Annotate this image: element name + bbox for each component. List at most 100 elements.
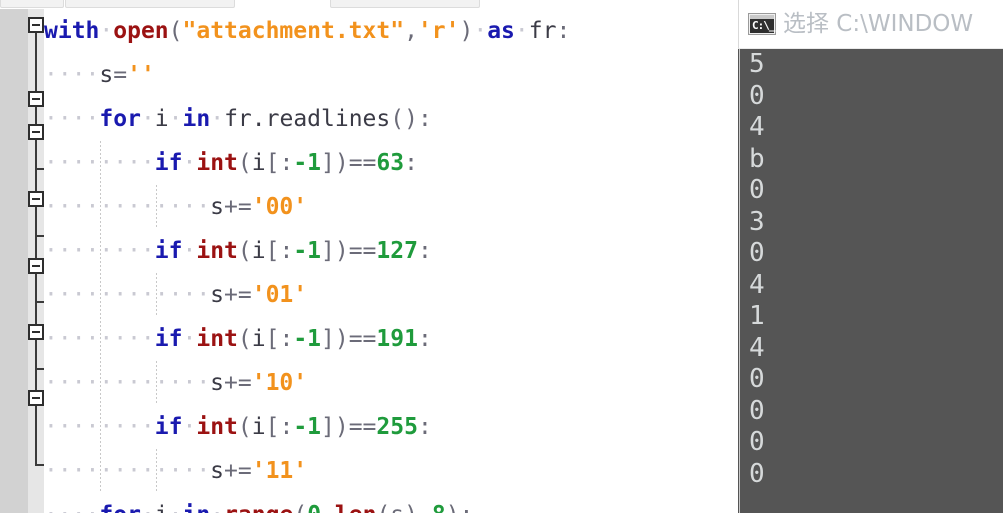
- code-token-bi: open: [113, 18, 169, 44]
- console-output-line: 1: [749, 301, 765, 331]
- code-line[interactable]: with·open("attachment.txt",'r')·as·fr:: [44, 9, 738, 53]
- fold-branch-icon: [35, 301, 44, 303]
- console-title-bar[interactable]: C:\_ 选择 C:\WINDOW: [738, 0, 1003, 49]
- console-output-line: b: [749, 143, 765, 174]
- code-token-op: :: [556, 18, 571, 44]
- fold-end-icon: [35, 464, 44, 466]
- code-line[interactable]: ············s+='01': [44, 273, 738, 317]
- code-token-kw: if: [154, 414, 183, 440]
- code-token-dot: ·: [182, 238, 197, 264]
- code-token-dot: ············: [44, 282, 211, 308]
- code-token-op: ])==: [321, 238, 377, 264]
- code-line[interactable]: ············s+='10': [44, 361, 738, 405]
- code-token-op: ])==: [321, 414, 377, 440]
- console-output-line: 0: [749, 427, 765, 457]
- code-token-pl: i: [251, 414, 266, 440]
- code-token-str: '01': [251, 282, 308, 308]
- indent-guide: [100, 317, 101, 361]
- code-token-dot: ·: [140, 106, 155, 132]
- fold-branch-icon: [35, 168, 44, 170]
- code-token-num: 191: [376, 326, 418, 352]
- fold-collapse-icon[interactable]: [28, 17, 44, 33]
- code-token-dot: ·: [514, 18, 529, 44]
- code-line[interactable]: ····for·i·in·range(0,len(s),8):: [44, 493, 738, 513]
- code-token-kw: if: [154, 150, 183, 176]
- code-token-pl: fr: [528, 18, 557, 44]
- editor-tab-2[interactable]: [65, 0, 235, 8]
- code-editor[interactable]: with·open("attachment.txt",'r')·as·fr: ··…: [0, 9, 738, 513]
- code-token-kw: in: [183, 502, 211, 513]
- fold-collapse-icon[interactable]: [28, 191, 44, 207]
- code-token-str: '': [127, 62, 155, 88]
- console-output-line: 4: [749, 112, 765, 142]
- code-token-kw: as: [487, 18, 515, 44]
- code-token-pl: fr.readlines: [224, 106, 391, 132]
- fold-collapse-icon[interactable]: [28, 258, 44, 274]
- fold-collapse-icon[interactable]: [28, 91, 44, 107]
- code-token-dot: ·: [182, 414, 197, 440]
- code-token-dot: ····: [44, 62, 100, 88]
- code-token-dot: ·: [169, 502, 183, 513]
- code-line[interactable]: ········if·int(i[:-1])==127:: [44, 229, 738, 273]
- editor-tab-1[interactable]: [0, 0, 64, 8]
- code-token-op: ,: [404, 18, 418, 44]
- fold-collapse-icon[interactable]: [28, 324, 44, 340]
- editor-tab-3[interactable]: [330, 0, 480, 8]
- indent-guide: [156, 361, 157, 405]
- code-token-kw: if: [154, 326, 183, 352]
- code-token-num: 255: [376, 414, 418, 440]
- console-output[interactable]: 504b0304140000: [739, 49, 1003, 513]
- fold-collapse-icon[interactable]: [28, 390, 44, 406]
- code-line[interactable]: ············s+='00': [44, 185, 738, 229]
- code-line[interactable]: ········if·int(i[:-1])==255:: [44, 405, 738, 449]
- code-token-bi: int: [196, 150, 238, 176]
- code-token-op: :: [417, 238, 432, 264]
- code-token-op: ])==: [321, 326, 377, 352]
- code-token-op: (: [237, 414, 252, 440]
- console-output-line: 0: [749, 238, 765, 268]
- console-output-line: 5: [749, 49, 765, 79]
- code-token-num: 63: [376, 150, 405, 176]
- fold-collapse-icon[interactable]: [28, 124, 44, 140]
- code-lines[interactable]: with·open("attachment.txt",'r')·as·fr: ··…: [44, 9, 738, 513]
- code-token-pl: s: [210, 282, 225, 308]
- code-token-bi: range: [224, 502, 293, 513]
- code-token-dot: ·: [473, 18, 488, 44]
- code-token-op: :: [417, 414, 432, 440]
- code-token-num: 0: [307, 502, 321, 513]
- code-token-dot: ·: [182, 326, 197, 352]
- code-line[interactable]: ········if·int(i[:-1])==63:: [44, 141, 738, 185]
- code-token-op: +=: [224, 282, 252, 308]
- code-token-op: +=: [224, 370, 252, 396]
- console-window[interactable]: C:\_ 选择 C:\WINDOW 504b0304140000: [738, 0, 1003, 513]
- code-token-op: (: [168, 18, 183, 44]
- code-token-dot: ············: [44, 194, 211, 220]
- code-token-bi: int: [196, 326, 238, 352]
- code-token-kw: with: [44, 18, 100, 44]
- code-token-pl: i: [154, 106, 169, 132]
- code-token-bi: int: [196, 414, 238, 440]
- code-token-pl: i: [155, 502, 169, 513]
- code-token-pl: s: [210, 194, 225, 220]
- cmd-icon-prompt: C:\_: [750, 19, 776, 33]
- screen: with·open("attachment.txt",'r')·as·fr: ··…: [0, 0, 1003, 513]
- code-token-op: [:: [265, 414, 294, 440]
- code-token-pl: s: [210, 458, 225, 484]
- indent-guide: [100, 141, 101, 185]
- code-line[interactable]: ············s+='11': [44, 449, 738, 493]
- fold-branch-icon: [35, 368, 44, 370]
- indent-guide: [100, 273, 101, 317]
- code-token-op: ): [459, 18, 474, 44]
- code-token-pl: i: [251, 150, 266, 176]
- code-line[interactable]: ········if·int(i[:-1])==191:: [44, 317, 738, 361]
- code-token-op: (s),: [376, 502, 431, 513]
- fold-marker-column[interactable]: [28, 9, 44, 513]
- fold-branch-icon: [35, 235, 44, 237]
- code-line[interactable]: ····for·i·in·fr.readlines():: [44, 97, 738, 141]
- code-line[interactable]: ····s='': [44, 53, 738, 97]
- code-token-op: ])==: [321, 150, 377, 176]
- code-token-str: "attachment.txt": [182, 18, 405, 44]
- code-token-pl: i: [251, 326, 266, 352]
- code-token-num: -1: [293, 414, 322, 440]
- code-token-dot: ············: [44, 370, 211, 396]
